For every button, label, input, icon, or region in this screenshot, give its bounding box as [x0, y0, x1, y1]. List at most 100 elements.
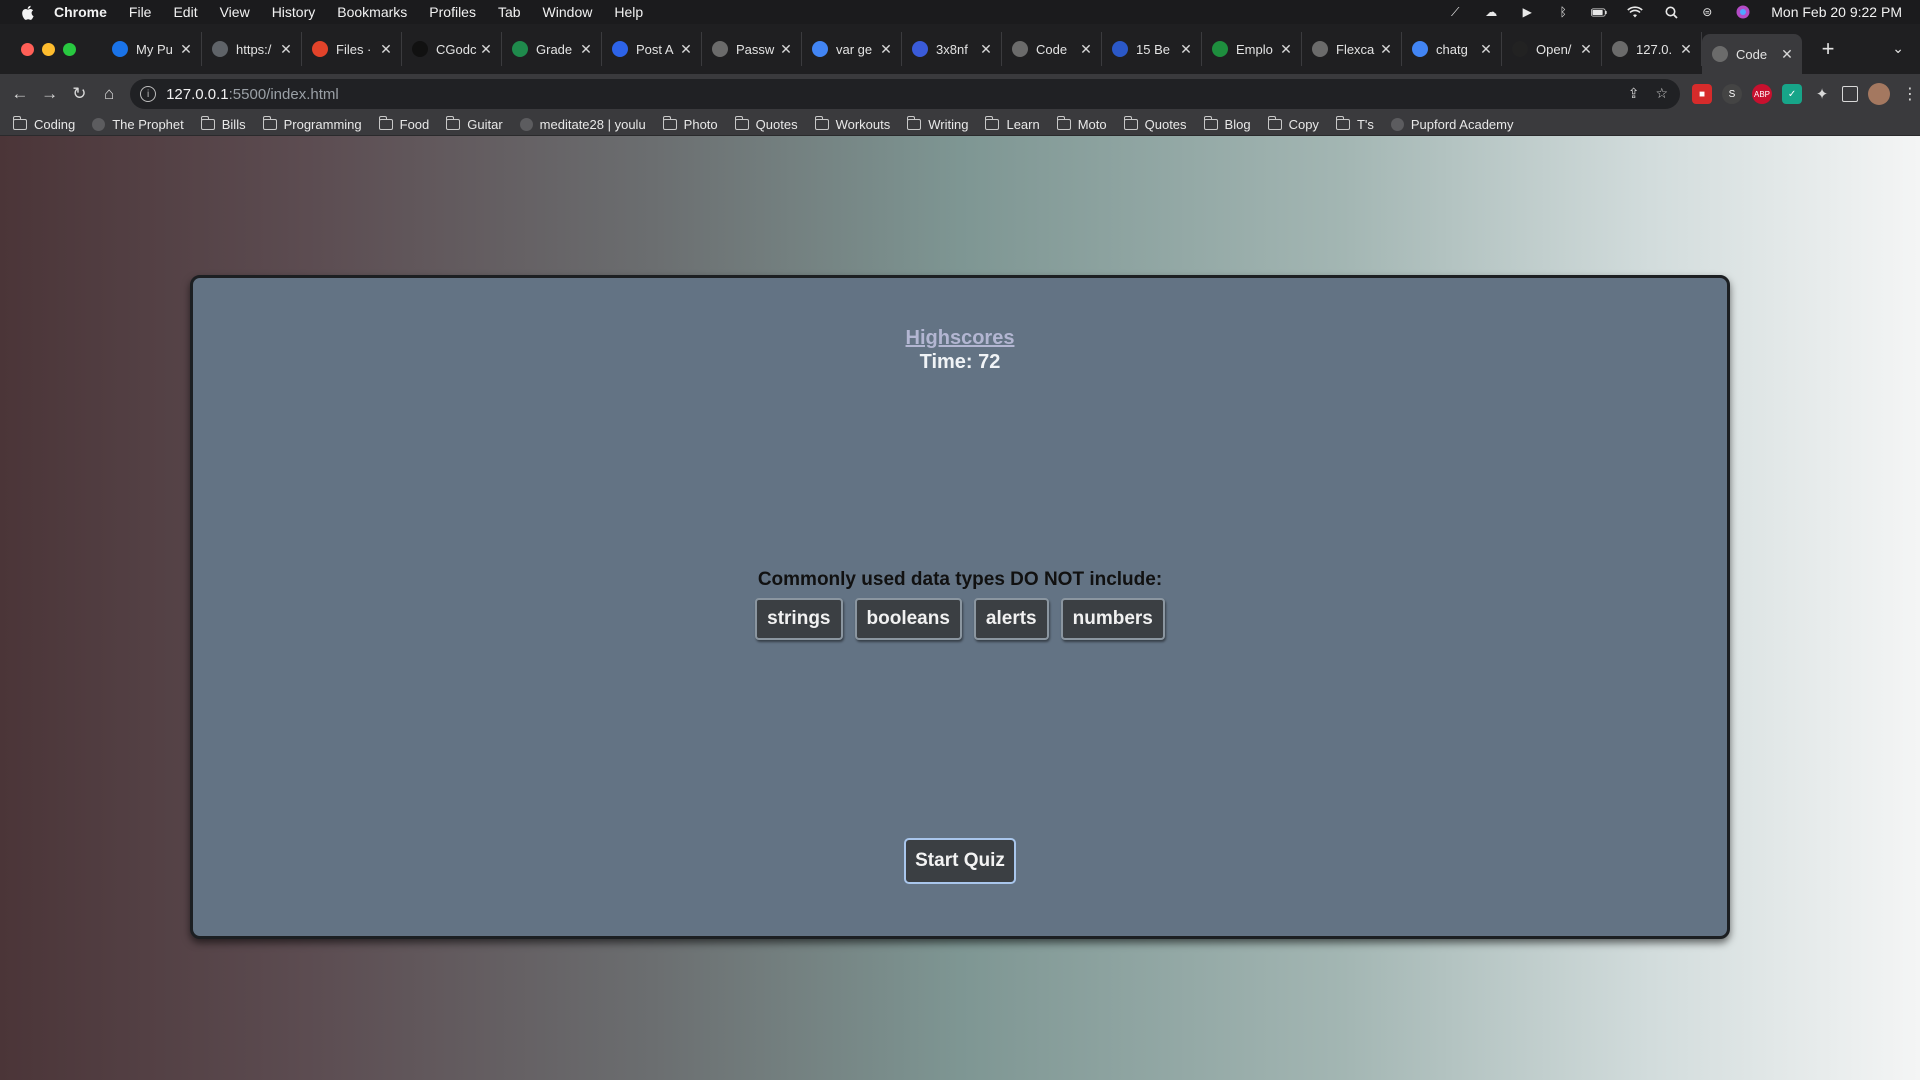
bookmark-item[interactable]: Food	[378, 116, 429, 132]
browser-tab[interactable]: Flexca ✕	[1302, 32, 1402, 66]
home-button[interactable]: ⌂	[94, 78, 124, 110]
tab-close-icon[interactable]: ✕	[1379, 41, 1393, 58]
bookmark-item[interactable]: Writing	[907, 116, 968, 132]
tab-close-icon[interactable]: ✕	[579, 41, 593, 58]
check-extension-icon[interactable]: ✓	[1782, 84, 1803, 104]
browser-tab[interactable]: CGodc ✕	[402, 32, 502, 66]
tab-close-icon[interactable]: ✕	[279, 41, 293, 58]
bookmark-item[interactable]: Quotes	[734, 116, 798, 132]
menu-history[interactable]: History	[272, 4, 316, 20]
bookmark-item[interactable]: The Prophet	[92, 117, 184, 132]
menu-chrome[interactable]: Chrome	[54, 4, 107, 20]
answer-button-booleans[interactable]: booleans	[854, 598, 962, 640]
reload-button[interactable]: ↻	[65, 78, 95, 110]
tab-close-icon[interactable]: ✕	[379, 41, 393, 58]
start-quiz-button[interactable]: Start Quiz	[904, 838, 1016, 884]
browser-tab[interactable]: Grade ✕	[502, 32, 602, 66]
window-minimize-button[interactable]	[42, 42, 55, 56]
control-center-icon[interactable]: ⊜	[1699, 5, 1715, 19]
browser-tab[interactable]: var ge ✕	[802, 32, 902, 66]
battery-icon[interactable]	[1591, 5, 1607, 19]
menu-bookmarks[interactable]: Bookmarks	[337, 4, 407, 20]
creative-cloud-icon[interactable]: ☁	[1483, 5, 1499, 19]
new-tab-button[interactable]: +	[1816, 36, 1840, 62]
bookmark-star-icon[interactable]: ☆	[1655, 85, 1668, 102]
bookmark-item[interactable]: Bills	[200, 116, 246, 132]
menubar-clock[interactable]: Mon Feb 20 9:22 PM	[1771, 4, 1902, 20]
menu-file[interactable]: File	[129, 4, 152, 20]
browser-tab[interactable]: 15 Be ✕	[1102, 32, 1202, 66]
answer-button-alerts[interactable]: alerts	[973, 598, 1049, 640]
bookmark-item[interactable]: T's	[1335, 116, 1374, 132]
chrome-menu-icon[interactable]: ⋮	[1900, 84, 1920, 104]
browser-tab[interactable]: Files · ✕	[302, 32, 402, 66]
window-close-button[interactable]	[21, 42, 34, 56]
bookmark-item[interactable]: Workouts	[814, 116, 890, 132]
tab-close-icon[interactable]: ✕	[1780, 46, 1794, 63]
browser-tab[interactable]: Code ✕	[1702, 34, 1802, 74]
browser-tab[interactable]: Code ✕	[1002, 32, 1102, 66]
siri-icon[interactable]	[1735, 5, 1751, 19]
tab-close-icon[interactable]: ✕	[779, 41, 793, 58]
address-bar[interactable]: i 127.0.0.1:5500/index.html ⇪ ☆	[130, 79, 1681, 109]
site-info-icon[interactable]: i	[140, 86, 157, 102]
bookmark-item[interactable]: Guitar	[446, 116, 503, 132]
bookmark-item[interactable]: Quotes	[1123, 116, 1187, 132]
wifi-icon[interactable]	[1627, 5, 1643, 19]
tab-close-icon[interactable]: ✕	[1679, 41, 1693, 58]
bookmark-item[interactable]: Photo	[662, 116, 718, 132]
browser-tab[interactable]: My Pu ✕	[102, 32, 202, 66]
tab-close-icon[interactable]: ✕	[1279, 41, 1293, 58]
tab-close-icon[interactable]: ✕	[979, 41, 993, 58]
forward-button[interactable]: →	[35, 78, 65, 110]
tab-close-icon[interactable]: ✕	[179, 41, 193, 58]
tab-search-chevron-icon[interactable]: ⌄	[1892, 40, 1904, 57]
browser-tab[interactable]: Emplo ✕	[1202, 32, 1302, 66]
tab-close-icon[interactable]: ✕	[879, 41, 893, 58]
browser-tab[interactable]: Post A ✕	[602, 32, 702, 66]
adblock-extension-icon[interactable]: ABP	[1752, 84, 1773, 104]
apple-icon[interactable]	[20, 4, 34, 20]
browser-tab[interactable]: https:/ ✕	[202, 32, 302, 66]
tab-close-icon[interactable]: ✕	[1079, 41, 1093, 58]
browser-tab[interactable]: 3x8nf ✕	[902, 32, 1002, 66]
menu-tab[interactable]: Tab	[498, 4, 521, 20]
tab-close-icon[interactable]: ✕	[1179, 41, 1193, 58]
bluetooth-icon[interactable]: ᛒ	[1555, 5, 1571, 19]
bookmark-item[interactable]: meditate28 | youlu	[519, 117, 646, 132]
browser-tab[interactable]: Passw ✕	[702, 32, 802, 66]
tab-close-icon[interactable]: ✕	[1579, 41, 1593, 58]
spotlight-search-icon[interactable]	[1663, 5, 1679, 19]
s-extension-icon[interactable]: S	[1722, 84, 1743, 104]
bookmark-item[interactable]: Pupford Academy	[1390, 117, 1514, 132]
menu-window[interactable]: Window	[543, 4, 593, 20]
menu-edit[interactable]: Edit	[173, 4, 197, 20]
side-panel-icon[interactable]	[1842, 86, 1859, 102]
share-icon[interactable]: ⇪	[1628, 85, 1640, 102]
browser-tab[interactable]: 127.0. ✕	[1602, 32, 1702, 66]
menu-view[interactable]: View	[220, 4, 250, 20]
answer-button-strings[interactable]: strings	[755, 598, 843, 640]
tab-close-icon[interactable]: ✕	[1479, 41, 1493, 58]
browser-tab[interactable]: chatg ✕	[1402, 32, 1502, 66]
highscores-link[interactable]: Highscores	[193, 326, 1727, 350]
lastpass-extension-icon[interactable]: ■	[1692, 84, 1713, 104]
extensions-puzzle-icon[interactable]: ✦	[1812, 84, 1832, 104]
bookmark-item[interactable]: Programming	[262, 116, 362, 132]
bookmark-item[interactable]: Blog	[1203, 116, 1251, 132]
answer-button-numbers[interactable]: numbers	[1060, 598, 1165, 640]
browser-tab[interactable]: Open/ ✕	[1502, 32, 1602, 66]
bookmark-item[interactable]: Learn	[985, 116, 1040, 132]
tab-close-icon[interactable]: ✕	[679, 41, 693, 58]
bookmark-item[interactable]: Moto	[1056, 116, 1107, 132]
window-zoom-button[interactable]	[63, 42, 76, 56]
menu-profiles[interactable]: Profiles	[429, 4, 476, 20]
bookmark-item[interactable]: Copy	[1267, 116, 1319, 132]
wand-icon[interactable]: ⟋	[1447, 5, 1463, 19]
menu-help[interactable]: Help	[614, 4, 643, 20]
profile-avatar[interactable]	[1868, 83, 1891, 105]
tab-close-icon[interactable]: ✕	[479, 41, 493, 58]
bookmark-item[interactable]: Coding	[13, 116, 75, 132]
back-button[interactable]: ←	[5, 78, 35, 110]
play-icon[interactable]: ▶	[1519, 5, 1535, 19]
